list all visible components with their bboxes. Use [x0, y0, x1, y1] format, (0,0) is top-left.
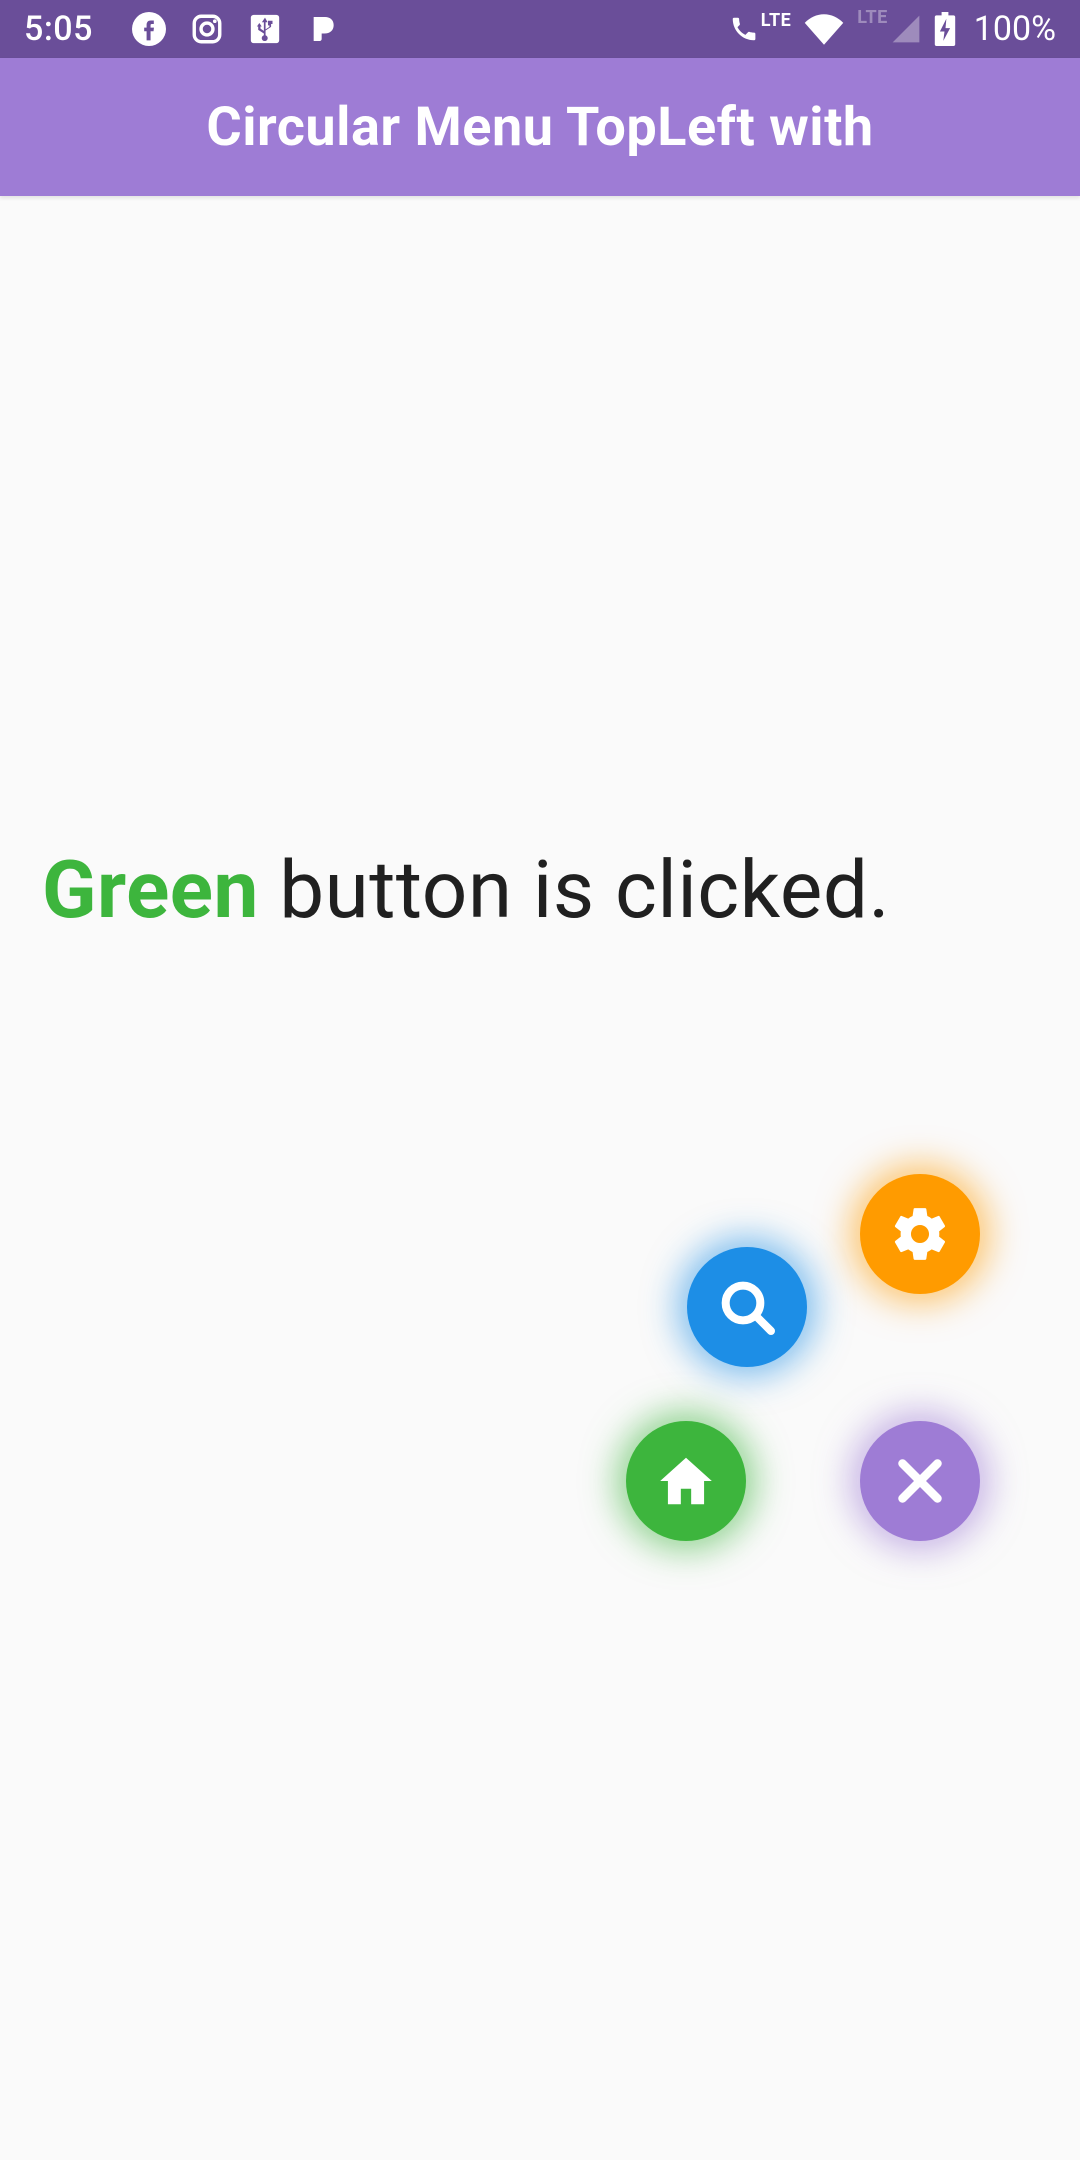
gear-icon [889, 1203, 951, 1265]
content-area: Green button is clicked. [0, 196, 1080, 2160]
fab-search-button[interactable] [687, 1247, 807, 1367]
status-color-word: Green [42, 843, 259, 937]
page-title: Circular Menu TopLeft with [206, 96, 873, 159]
status-message: Green button is clicked. [42, 843, 890, 937]
status-rest: button is clicked. [259, 843, 890, 937]
status-bar: 5:05 LTE LTE [0, 0, 1080, 58]
phone-icon [729, 14, 759, 44]
status-bar-right: LTE LTE 100% [729, 9, 1056, 49]
instagram-icon [189, 11, 225, 47]
lte-label-left: LTE [761, 10, 792, 31]
signal-lte-group: LTE [857, 11, 922, 47]
status-time: 5:05 [24, 9, 93, 49]
fab-settings-button[interactable] [860, 1174, 980, 1294]
facebook-icon [131, 11, 167, 47]
notification-icons [131, 11, 341, 47]
status-bar-left: 5:05 [24, 9, 341, 49]
lte-label-right: LTE [857, 7, 888, 28]
close-icon [890, 1451, 950, 1511]
battery-percentage: 100% [974, 9, 1056, 49]
usb-icon [247, 11, 283, 47]
search-icon [715, 1275, 779, 1339]
pandora-icon [305, 11, 341, 47]
wifi-icon [803, 11, 845, 47]
home-icon [655, 1450, 717, 1512]
fab-home-button[interactable] [626, 1421, 746, 1541]
fab-close-button[interactable] [860, 1421, 980, 1541]
battery-charging-icon [934, 11, 956, 47]
signal-icon [890, 11, 922, 47]
phone-lte-group: LTE [729, 14, 792, 44]
app-bar: Circular Menu TopLeft with [0, 58, 1080, 196]
